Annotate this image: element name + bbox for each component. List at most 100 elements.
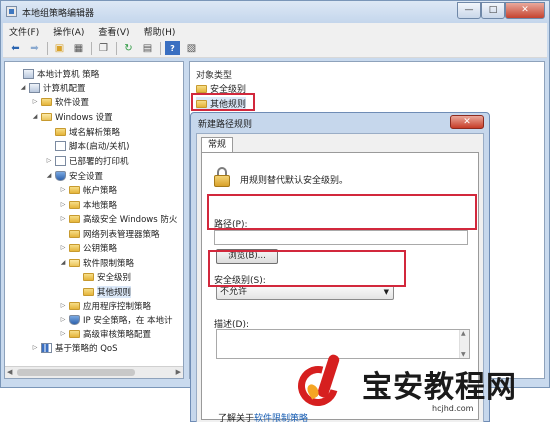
tree-item-label: 高级审核策略配置 bbox=[83, 329, 152, 340]
watermark-logo bbox=[290, 353, 354, 414]
tree-item[interactable]: ▷ IP 安全策略，在 本地计 bbox=[59, 313, 173, 326]
list-item-label: 其他规则 bbox=[210, 100, 247, 110]
menu-file[interactable]: 文件(F) bbox=[9, 25, 39, 38]
tree-item-label: 脚本(启动/关机) bbox=[69, 141, 130, 152]
folder-icon bbox=[69, 200, 80, 209]
document-icon bbox=[55, 155, 66, 166]
folder-icon bbox=[69, 329, 80, 338]
tree-item[interactable]: 脚本(启动/关机) bbox=[45, 139, 130, 152]
menu-action[interactable]: 操作(A) bbox=[53, 25, 84, 38]
expand-toggle-icon[interactable]: ◢ bbox=[31, 113, 39, 120]
show-tree-icon[interactable]: ▦ bbox=[71, 41, 86, 55]
toolbar-separator bbox=[116, 41, 117, 55]
tree-item-label: Windows 设置 bbox=[55, 112, 113, 123]
expand-toggle-icon[interactable]: ▷ bbox=[59, 244, 67, 251]
shield-icon bbox=[69, 314, 80, 325]
forward-arrow-icon[interactable]: ➡ bbox=[27, 41, 42, 55]
expand-toggle-icon[interactable]: ▷ bbox=[31, 344, 39, 351]
tree-item-label: 网络列表管理器策略 bbox=[83, 229, 160, 240]
software-restriction-link[interactable]: 软件限制策略 bbox=[254, 414, 308, 422]
tree-item[interactable]: ▷ 高级安全 Windows 防火 bbox=[59, 212, 177, 225]
back-arrow-icon[interactable]: ⬅ bbox=[8, 41, 23, 55]
close-button[interactable]: ✕ bbox=[505, 2, 545, 19]
folder-icon bbox=[196, 99, 207, 108]
lock-icon bbox=[214, 167, 230, 187]
properties-icon[interactable]: ▧ bbox=[184, 41, 199, 55]
folder-up-icon[interactable]: ▣ bbox=[52, 41, 67, 55]
tree-item[interactable]: ▷ 公钥策略 bbox=[59, 241, 117, 254]
copy-icon[interactable]: ❐ bbox=[96, 41, 111, 55]
scroll-up-icon[interactable]: ▲ bbox=[461, 330, 466, 337]
tree-item[interactable]: ▷ 本地策略 bbox=[59, 198, 117, 211]
tree-item-label: IP 安全策略，在 本地计 bbox=[83, 315, 173, 326]
expand-toggle-icon[interactable]: ▷ bbox=[31, 98, 39, 105]
expand-toggle-icon[interactable]: ▷ bbox=[59, 302, 67, 309]
maximize-button[interactable]: □ bbox=[481, 2, 505, 19]
tree-item-label: 帐户策略 bbox=[83, 185, 118, 196]
tab-general[interactable]: 常规 bbox=[201, 137, 233, 153]
folder-icon bbox=[83, 272, 94, 281]
list-item[interactable]: 其他规则 bbox=[196, 97, 247, 110]
column-header-object-type[interactable]: 对象类型 bbox=[196, 68, 232, 81]
menu-view[interactable]: 查看(V) bbox=[98, 25, 129, 38]
title-bar[interactable]: 本地组策略编辑器 — □ ✕ bbox=[1, 1, 549, 23]
list-item-label: 安全级别 bbox=[210, 85, 247, 95]
security-level-value: 不允许 bbox=[220, 287, 248, 297]
tree-item[interactable]: ◢ 软件限制策略 bbox=[59, 256, 134, 269]
tree-item[interactable]: ▷ 帐户策略 bbox=[59, 183, 117, 196]
tree-item-label: 其他规则 bbox=[97, 285, 132, 298]
menu-help[interactable]: 帮助(H) bbox=[144, 25, 176, 38]
scrollbar-thumb[interactable] bbox=[17, 369, 135, 376]
policy-editor-icon bbox=[6, 6, 17, 17]
security-level-select[interactable]: 不允许 ▼ bbox=[216, 285, 394, 300]
expand-toggle-icon[interactable]: ▷ bbox=[59, 201, 67, 208]
folder-icon bbox=[41, 97, 52, 106]
tree-item[interactable]: 本地计算机 策略 bbox=[13, 67, 99, 80]
scroll-left-icon[interactable]: ◀ bbox=[7, 368, 12, 376]
folder-open-icon bbox=[69, 258, 80, 267]
tree-item[interactable]: 安全级别 bbox=[73, 270, 131, 283]
dialog-description: 用规则替代默认安全级别。 bbox=[240, 176, 349, 186]
expand-toggle-icon[interactable]: ▷ bbox=[59, 186, 67, 193]
folder-icon bbox=[69, 243, 80, 252]
expand-toggle-icon[interactable]: ▷ bbox=[45, 157, 53, 164]
tree-item[interactable]: ▷ 基于策略的 QoS bbox=[31, 341, 118, 354]
help-icon[interactable]: ? bbox=[165, 41, 180, 55]
tree-item-label: 域名解析策略 bbox=[69, 127, 121, 138]
expand-toggle-icon[interactable]: ▷ bbox=[59, 330, 67, 337]
console-tree[interactable]: 本地计算机 策略 ◢ 计算机配置 ▷ 软件设置 ◢ Windows 设置域名解析策略 脚本(启… bbox=[4, 61, 184, 379]
expand-toggle-icon[interactable]: ◢ bbox=[19, 84, 27, 91]
tree-item[interactable]: ◢ Windows 设置 bbox=[31, 110, 113, 123]
tree-item[interactable]: ▷ 应用程序控制策略 bbox=[59, 299, 151, 312]
tree-item[interactable]: ◢ 计算机配置 bbox=[19, 81, 86, 94]
tree-item[interactable]: ▷ 高级审核策略配置 bbox=[59, 327, 151, 340]
expand-toggle-icon[interactable]: ▷ bbox=[59, 316, 67, 323]
tree-item[interactable]: ◢ 安全设置 bbox=[45, 169, 103, 182]
expand-toggle-icon[interactable]: ◢ bbox=[45, 172, 53, 179]
minimize-button[interactable]: — bbox=[457, 2, 481, 19]
tree-item[interactable]: ▷ 软件设置 bbox=[31, 95, 89, 108]
path-input[interactable] bbox=[214, 230, 468, 245]
tree-item[interactable]: 网络列表管理器策略 bbox=[59, 227, 160, 240]
tree-item-label: 应用程序控制策略 bbox=[83, 301, 152, 312]
tree-item[interactable]: 域名解析策略 bbox=[45, 125, 120, 138]
tree-horizontal-scrollbar[interactable]: ◀ ▶ bbox=[5, 366, 183, 378]
expand-toggle-icon[interactable]: ◢ bbox=[59, 259, 67, 266]
tree-item-label: 计算机配置 bbox=[43, 83, 86, 94]
list-item[interactable]: 安全级别 bbox=[196, 82, 246, 95]
export-list-icon[interactable]: ▤ bbox=[140, 41, 155, 55]
expand-toggle-icon[interactable]: ▷ bbox=[59, 215, 67, 222]
tree-item[interactable]: ▷ 已部署的打印机 bbox=[45, 154, 129, 167]
folder-icon bbox=[55, 127, 66, 136]
scroll-down-icon[interactable]: ▼ bbox=[461, 351, 466, 358]
browse-button[interactable]: 浏览(B)... bbox=[216, 249, 278, 264]
toolbar-separator bbox=[160, 41, 161, 55]
learn-more-prefix: 了解关于 bbox=[218, 414, 255, 422]
path-label: 路径(P): bbox=[214, 220, 248, 230]
dialog-close-button[interactable]: ✕ bbox=[450, 115, 484, 129]
refresh-icon[interactable]: ↻ bbox=[121, 41, 136, 55]
textarea-scrollbar[interactable]: ▲ ▼ bbox=[459, 330, 469, 358]
scroll-right-icon[interactable]: ▶ bbox=[176, 368, 181, 376]
tree-item[interactable]: 其他规则 bbox=[73, 285, 132, 298]
tree-item-label: 安全级别 bbox=[97, 272, 132, 283]
